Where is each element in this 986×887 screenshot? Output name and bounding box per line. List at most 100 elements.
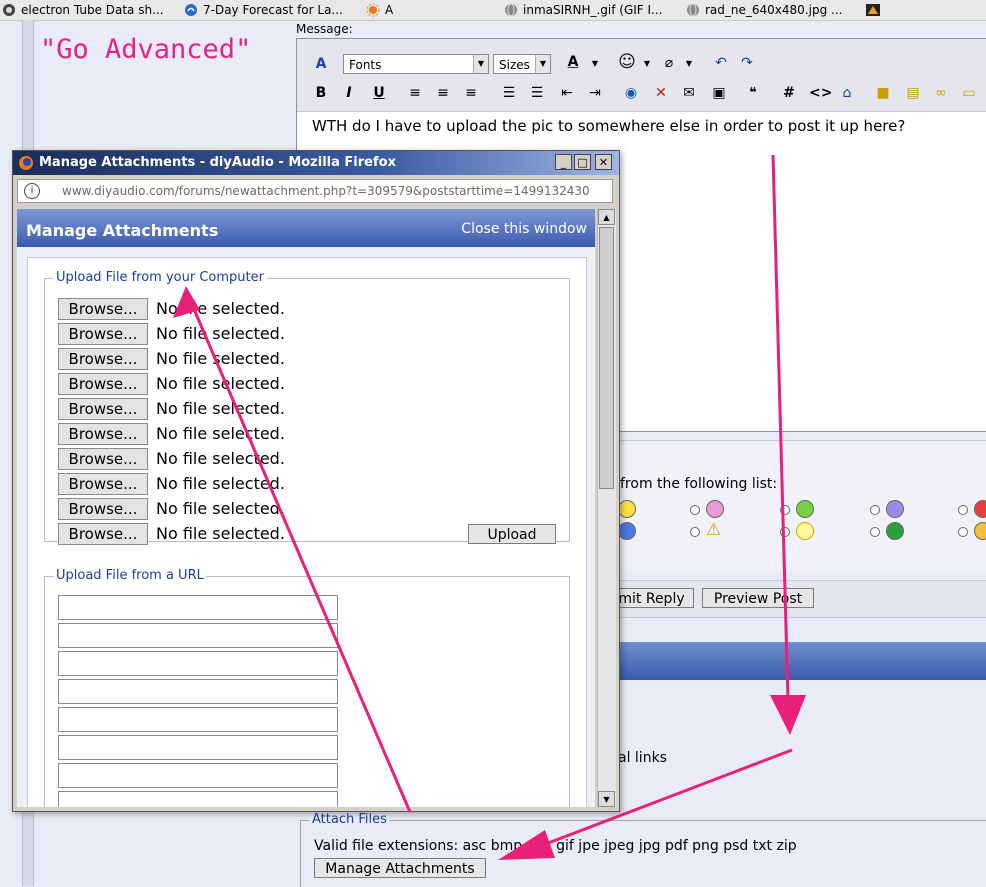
scroll-down-arrow[interactable]: ▼ <box>598 791 615 807</box>
remove-format-icon[interactable]: A <box>311 54 331 74</box>
indent-icon[interactable]: ⇥ <box>585 83 605 103</box>
attachment-clip-icon[interactable]: ⌀ <box>659 53 679 73</box>
popup-scrollbar[interactable]: ▲ ▼ <box>597 209 616 807</box>
chevron-down-icon[interactable]: ▼ <box>679 54 699 74</box>
chain-icon[interactable]: ∞ <box>931 83 951 103</box>
browse-button[interactable]: Browse... <box>58 498 148 520</box>
remove-link-icon[interactable]: ✕ <box>651 83 671 103</box>
bullet-list-icon[interactable]: ☰ <box>527 83 547 103</box>
redo-icon[interactable]: ↷ <box>737 53 757 73</box>
code-icon[interactable]: <> <box>809 83 832 103</box>
address-bar[interactable]: i www.diyaudio.com/forums/newattachment.… <box>17 179 613 203</box>
smilie-radio[interactable] <box>780 527 790 537</box>
numbered-list-icon[interactable]: ☰ <box>499 83 519 103</box>
folder-icon[interactable]: ▭ <box>959 83 979 103</box>
smilie-radio[interactable] <box>958 527 968 537</box>
bookmark-item[interactable]: 7-Day Forecast for La... <box>184 1 343 19</box>
smilie-radio[interactable] <box>870 527 880 537</box>
quote-icon[interactable]: ❝ <box>743 83 763 103</box>
file-status: No file selected. <box>156 499 285 518</box>
html-icon[interactable]: ⌂ <box>837 83 857 103</box>
insert-link-icon[interactable]: ◉ <box>621 83 641 103</box>
undo-icon[interactable]: ↶ <box>711 53 731 73</box>
popup-header: Manage Attachments Close this window <box>17 209 595 247</box>
file-status: No file selected. <box>156 449 285 468</box>
underline-icon[interactable]: U <box>369 83 389 103</box>
smilie-radio[interactable] <box>780 505 790 515</box>
text-color-icon[interactable]: A <box>563 52 583 72</box>
file-status: No file selected. <box>156 324 285 343</box>
scroll-up-arrow[interactable]: ▲ <box>598 209 615 225</box>
smilie-icon[interactable]: ☺ <box>617 52 637 72</box>
globe-icon <box>687 3 699 17</box>
url-input[interactable] <box>58 623 338 648</box>
firefox-icon <box>19 156 33 170</box>
tube-site-icon <box>3 4 15 16</box>
message-text[interactable]: WTH do I have to upload the pic to somew… <box>312 117 905 135</box>
info-icon[interactable]: i <box>24 183 40 199</box>
preview-post-button[interactable]: Preview Post <box>702 588 814 608</box>
outdent-icon[interactable]: ⇤ <box>557 83 577 103</box>
browse-button[interactable]: Browse... <box>58 373 148 395</box>
bookmarks-toolbar: electron Tube Data sh... 7-Day Forecast … <box>0 0 986 21</box>
close-window-link[interactable]: Close this window <box>461 221 587 237</box>
minimize-button[interactable]: _ <box>555 154 572 170</box>
bookmark-item[interactable]: rad_ne_640x480.jpg ... <box>686 1 842 19</box>
size-select[interactable]: Sizes ▼ <box>493 54 551 74</box>
italic-icon[interactable]: I <box>339 83 359 103</box>
smilie-radio[interactable] <box>690 527 700 537</box>
question-smilie-icon <box>618 522 636 540</box>
bookmark-item[interactable]: A <box>366 1 406 19</box>
url-input[interactable] <box>58 651 338 676</box>
browse-button[interactable]: Browse... <box>58 323 148 345</box>
manage-attachments-window: Manage Attachments - diyAudio - Mozilla … <box>12 150 620 812</box>
browse-button[interactable]: Browse... <box>58 348 148 370</box>
bookmark-item[interactable] <box>866 1 888 19</box>
submit-reply-button[interactable]: mit Reply <box>610 588 694 608</box>
align-left-icon[interactable]: ≡ <box>405 83 425 103</box>
browse-button[interactable]: Browse... <box>58 473 148 495</box>
smilie-radio[interactable] <box>690 505 700 515</box>
scroll-thumb[interactable] <box>599 227 614 489</box>
url-input[interactable] <box>58 595 338 620</box>
font-select[interactable]: Fonts ▼ <box>343 54 489 74</box>
browse-button[interactable]: Browse... <box>58 423 148 445</box>
smilie-icon <box>706 500 724 518</box>
smilie-radio[interactable] <box>958 505 968 515</box>
book-icon[interactable]: ▤ <box>903 83 923 103</box>
message-label: Message: <box>296 22 353 36</box>
chevron-down-icon[interactable]: ▼ <box>637 54 657 74</box>
upload-button[interactable]: Upload <box>468 524 556 544</box>
url-input[interactable] <box>58 791 338 807</box>
align-center-icon[interactable]: ≡ <box>433 83 453 103</box>
bookmark-item[interactable]: inmaSIRNH_.gif (GIF I... <box>504 1 663 19</box>
smilie-radio[interactable] <box>870 505 880 515</box>
chevron-down-icon[interactable]: ▼ <box>585 54 605 74</box>
url-input[interactable] <box>58 763 338 788</box>
url-input[interactable] <box>58 707 338 732</box>
file-status: No file selected. <box>156 299 285 318</box>
editor-toolbar-row-2: B I U ≡ ≡ ≡ ☰ ☰ ⇤ ⇥ ◉ ✕ ✉ ▣ ❝ # <> ⌂ ■ ▤… <box>297 79 986 112</box>
browse-button[interactable]: Browse... <box>58 523 148 545</box>
url-input[interactable] <box>58 679 338 704</box>
insert-image-icon[interactable]: ▣ <box>709 83 729 103</box>
font-select-value: Fonts <box>349 58 382 72</box>
browse-button[interactable]: Browse... <box>58 398 148 420</box>
bold-icon[interactable]: B <box>311 83 331 103</box>
close-icon[interactable]: ✕ <box>595 154 612 170</box>
bookmark-label: rad_ne_640x480.jpg ... <box>705 3 843 17</box>
email-link-icon[interactable]: ✉ <box>679 83 699 103</box>
hash-icon[interactable]: # <box>779 83 799 103</box>
bookmark-item[interactable]: electron Tube Data sh... <box>2 1 164 19</box>
browse-button[interactable]: Browse... <box>58 298 148 320</box>
url-input[interactable] <box>58 735 338 760</box>
align-right-icon[interactable]: ≡ <box>461 83 481 103</box>
file-status: No file selected. <box>156 374 285 393</box>
wrap-icon[interactable]: ■ <box>873 83 893 103</box>
chevron-down-icon: ▼ <box>535 55 550 73</box>
popup-body: Upload File from your Computer Browse...… <box>27 257 587 807</box>
browse-button[interactable]: Browse... <box>58 448 148 470</box>
maximize-button[interactable]: □ <box>574 154 591 170</box>
window-title-bar[interactable]: Manage Attachments - diyAudio - Mozilla … <box>13 151 619 175</box>
manage-attachments-button[interactable]: Manage Attachments <box>314 858 486 878</box>
